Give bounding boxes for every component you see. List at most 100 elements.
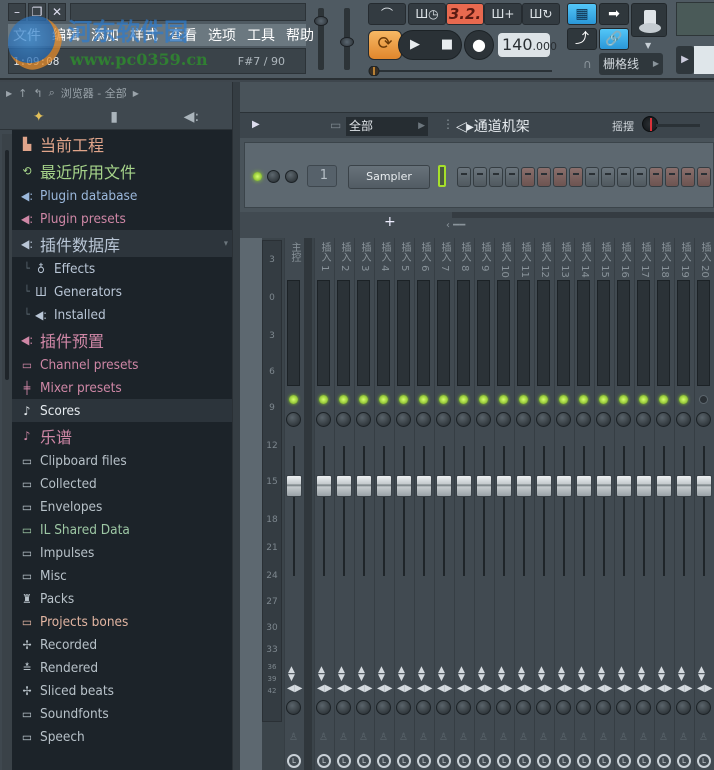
mixer-insert-track[interactable]: 插入 14 ▲ ▼ ◀▶ ♙ L — [574, 238, 594, 770]
step-button[interactable] — [697, 167, 711, 187]
fx-icon[interactable]: ♙ — [399, 732, 408, 743]
pan-knob[interactable] — [286, 412, 301, 427]
stereo-separation-icon[interactable]: ◀▶ — [457, 683, 472, 694]
channel-select-indicator[interactable] — [438, 165, 446, 187]
volume-fader-handle[interactable] — [636, 475, 652, 497]
close-button[interactable]: ✕ — [48, 3, 66, 21]
browser-item[interactable]: ▭ Misc — [12, 564, 232, 587]
pan-knob[interactable] — [496, 412, 511, 427]
mixer-insert-track[interactable]: 插入 6 ▲ ▼ ◀▶ ♙ L — [414, 238, 434, 770]
latency-clock-icon[interactable]: L — [317, 754, 331, 768]
track-mute-led[interactable] — [379, 395, 388, 404]
browser-item[interactable]: ✢ Recorded — [12, 633, 232, 656]
step-button[interactable] — [601, 167, 615, 187]
stereo-separation-icon[interactable]: ◀▶ — [417, 683, 432, 694]
browser-item[interactable]: ▭ Collected — [12, 472, 232, 495]
browser-item[interactable]: ♪ Scores — [12, 399, 232, 422]
step-button[interactable] — [649, 167, 663, 187]
swap-icon[interactable]: ▲ ▼ — [578, 666, 585, 683]
track-mute-led[interactable] — [419, 395, 428, 404]
stereo-separation-icon[interactable]: ◀▶ — [617, 683, 632, 694]
latency-clock-icon[interactable]: L — [357, 754, 371, 768]
pan-knob[interactable] — [656, 412, 671, 427]
swap-icon[interactable]: ▲ ▼ — [478, 666, 485, 683]
mixer-insert-track[interactable]: 插入 10 ▲ ▼ ◀▶ ♙ L — [494, 238, 514, 770]
fx-icon[interactable]: ♙ — [439, 732, 448, 743]
track-mute-led[interactable] — [539, 395, 548, 404]
volume-fader-track[interactable] — [703, 446, 705, 576]
volume-fader-track[interactable] — [403, 446, 405, 576]
stereo-knob[interactable] — [616, 700, 631, 715]
stereo-knob[interactable] — [596, 700, 611, 715]
swap-icon[interactable]: ▲ ▼ — [698, 666, 705, 683]
step-button[interactable] — [681, 167, 695, 187]
volume-fader-track[interactable] — [503, 446, 505, 576]
step-button[interactable] — [665, 167, 679, 187]
volume-fader-track[interactable] — [583, 446, 585, 576]
fx-icon[interactable]: ♙ — [289, 732, 298, 743]
swap-icon[interactable]: ▲ ▼ — [318, 666, 325, 683]
pan-knob[interactable] — [376, 412, 391, 427]
track-mute-led[interactable] — [499, 395, 508, 404]
volume-fader-handle[interactable] — [556, 475, 572, 497]
volume-fader-track[interactable] — [423, 446, 425, 576]
stereo-separation-icon[interactable]: ◀▶ — [537, 683, 552, 694]
latency-clock-icon[interactable]: L — [577, 754, 591, 768]
mixer-insert-track[interactable]: 插入 3 ▲ ▼ ◀▶ ♙ L — [354, 238, 374, 770]
track-mute-led[interactable] — [639, 395, 648, 404]
swap-icon[interactable]: ▲ ▼ — [518, 666, 525, 683]
pan-knob[interactable] — [596, 412, 611, 427]
volume-fader-handle[interactable] — [436, 475, 452, 497]
volume-fader-handle[interactable] — [476, 475, 492, 497]
undo-icon[interactable]: ↰ — [33, 87, 42, 100]
stereo-separation-icon[interactable]: ◀▶ — [437, 683, 452, 694]
stereo-knob[interactable] — [416, 700, 431, 715]
pattern-selector[interactable] — [694, 46, 714, 74]
swap-icon[interactable]: ▲ ▼ — [378, 666, 385, 683]
add-channel-button[interactable]: + — [384, 214, 396, 230]
track-mute-led[interactable] — [579, 395, 588, 404]
search-icon[interactable]: ⌕ — [49, 86, 55, 100]
fx-icon[interactable]: ♙ — [619, 732, 628, 743]
track-mute-led[interactable] — [319, 395, 328, 404]
pan-knob[interactable] — [676, 412, 691, 427]
browser-scrollbar[interactable] — [2, 134, 12, 770]
volume-fader-handle[interactable] — [696, 475, 712, 497]
browser-item[interactable]: ▭ Impulses — [12, 541, 232, 564]
volume-fader-track[interactable] — [293, 446, 295, 576]
browser-item[interactable]: ▭ Channel presets — [12, 353, 232, 376]
stereo-separation-icon[interactable]: ◀▶ — [497, 683, 512, 694]
stereo-separation-icon[interactable]: ◀▶ — [397, 683, 412, 694]
rack-menu-arrow-icon[interactable]: ▶ — [252, 119, 260, 130]
stereo-knob[interactable] — [316, 700, 331, 715]
mixer-master-track[interactable]: 主控 ▲ ▼ ◀▶ ♙ L — [284, 238, 304, 770]
volume-fader-track[interactable] — [543, 446, 545, 576]
browser-item[interactable]: └ ♁ Effects — [12, 257, 232, 280]
fx-icon[interactable]: ♙ — [319, 732, 328, 743]
fx-icon[interactable]: ♙ — [479, 732, 488, 743]
volume-fader-handle[interactable] — [616, 475, 632, 497]
swap-icon[interactable]: ▲ ▼ — [358, 666, 365, 683]
pan-knob[interactable] — [516, 412, 531, 427]
browser-item[interactable]: ◀: Plugin database — [12, 184, 232, 207]
step-button[interactable] — [521, 167, 535, 187]
channel-pan-knob[interactable] — [285, 170, 298, 183]
master-knob-button[interactable] — [631, 3, 667, 37]
stereo-knob[interactable] — [576, 700, 591, 715]
arrow-button[interactable]: ➡ — [599, 3, 629, 25]
step-button[interactable] — [553, 167, 567, 187]
volume-fader-track[interactable] — [643, 446, 645, 576]
fx-icon[interactable]: ♙ — [359, 732, 368, 743]
volume-fader-track[interactable] — [483, 446, 485, 576]
loop-record-button[interactable]: Ш↻ — [522, 3, 560, 25]
master-pitch-handle[interactable] — [340, 37, 354, 47]
snap-selector[interactable]: 栅格线 ▶ — [599, 53, 663, 75]
step-button[interactable] — [473, 167, 487, 187]
volume-fader-track[interactable] — [323, 446, 325, 576]
volume-fader-track[interactable] — [383, 446, 385, 576]
pan-knob[interactable] — [476, 412, 491, 427]
fx-icon[interactable]: ♙ — [459, 732, 468, 743]
track-mute-led[interactable] — [339, 395, 348, 404]
track-mute-led[interactable] — [439, 395, 448, 404]
stereo-knob[interactable] — [496, 700, 511, 715]
